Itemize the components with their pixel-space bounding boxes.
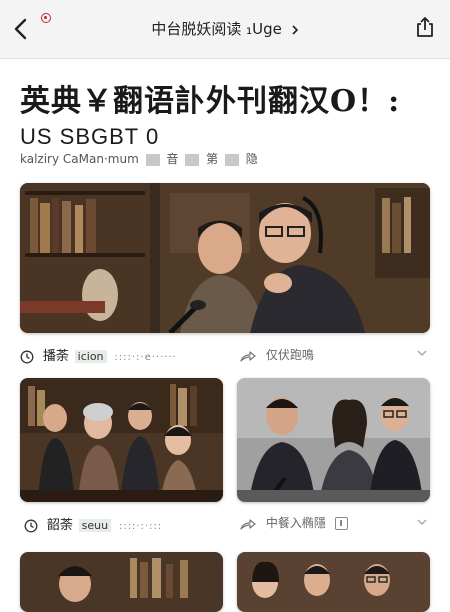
article-headline: 英典￥翻语訃外刊翻汉O！: (20, 84, 401, 119)
chevron-down-icon[interactable] (416, 518, 428, 526)
clock-icon (20, 350, 34, 363)
chevron-left-icon[interactable] (10, 16, 32, 42)
video-thumbnail-right[interactable] (237, 378, 430, 502)
clock-icon (24, 519, 38, 532)
featured-action[interactable]: 仅伏跑鳴 (240, 346, 314, 363)
right-photo (237, 378, 430, 502)
right-action-label: 中餐入椭隱 (265, 516, 326, 530)
video-thumbnail-left[interactable] (20, 378, 223, 502)
featured-dots: ::::·:·e······ (114, 352, 177, 363)
blurred-text (185, 153, 200, 166)
left-photo (20, 378, 223, 502)
featured-meta: 播荼 icion ::::·:·e······ (20, 345, 177, 364)
left-tag: seuu (78, 519, 112, 532)
featured-label: 播荼 (42, 349, 69, 364)
bottom-right-photo (237, 552, 430, 612)
top-nav-bar: 中台脱妖阅读 ₁Uge (0, 0, 450, 59)
nav-title[interactable]: 中台脱妖阅读 ₁Uge (90, 18, 360, 39)
article-subhead: US SBGBT 0 (20, 124, 160, 149)
nav-title-text: 中台脱妖阅读 ₁Uge (151, 20, 282, 38)
bottom-left-photo (20, 552, 223, 612)
left-dots: ::::·:·::: (118, 521, 163, 532)
left-meta: 韶荼 seuu ::::·:·::: (24, 514, 162, 533)
byline-left: kalziry CaMan·mum (20, 152, 139, 166)
share-icon[interactable] (414, 15, 436, 39)
featured-action-label: 仅伏跑鳴 (265, 348, 314, 362)
forward-icon (240, 518, 256, 530)
chevron-down-icon[interactable] (416, 349, 428, 357)
record-icon (41, 13, 51, 23)
chevron-right-icon (292, 24, 298, 35)
byline-c: 隐 (245, 152, 258, 166)
info-icon (334, 517, 348, 530)
right-action[interactable]: 中餐入椭隱 (240, 514, 348, 531)
featured-photo (20, 183, 430, 333)
blurred-text (224, 153, 239, 166)
article-byline: kalziry CaMan·mum 音 第 隐 (20, 150, 258, 167)
video-thumbnail-bottom-left[interactable] (20, 552, 223, 612)
left-label: 韶荼 (46, 518, 73, 533)
byline-b: 第 (206, 152, 219, 166)
video-thumbnail-bottom-right[interactable] (237, 552, 430, 612)
forward-icon (240, 350, 256, 362)
blurred-text (145, 153, 160, 166)
featured-video-thumbnail[interactable] (20, 183, 430, 333)
featured-tag: icion (74, 350, 107, 363)
byline-a: 音 (166, 152, 179, 166)
